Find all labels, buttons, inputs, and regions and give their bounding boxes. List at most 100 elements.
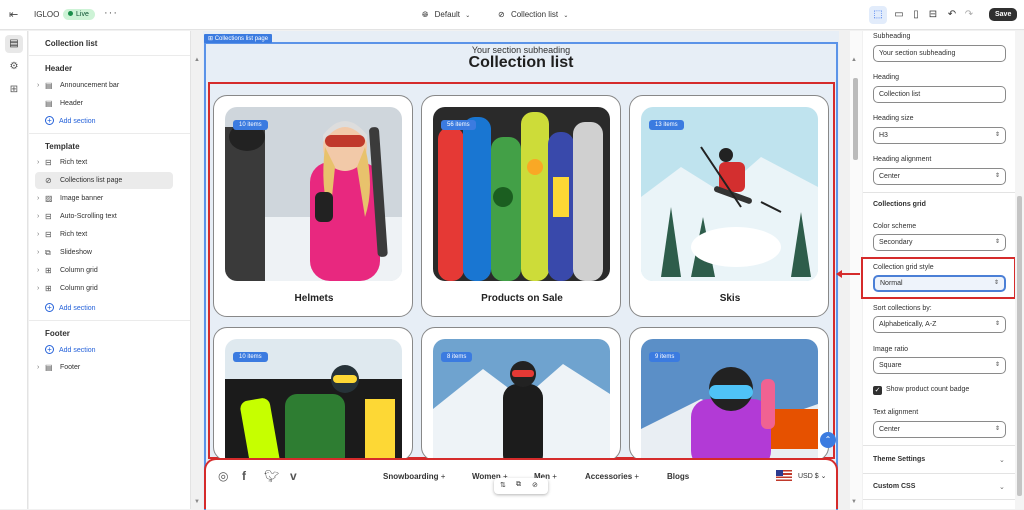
divider: [29, 320, 190, 321]
theme-settings-icon[interactable]: ⚙: [5, 58, 23, 76]
chevron-right-icon[interactable]: ›: [37, 280, 39, 297]
live-dot-icon: [68, 11, 73, 16]
scroll-up-icon[interactable]: ▲: [192, 57, 202, 63]
chevron-down-icon: ⌄: [465, 13, 471, 19]
color-scheme-label: Color scheme: [873, 223, 917, 230]
sidebar-item-footer[interactable]: › ▤ Footer: [35, 359, 173, 376]
chevron-right-icon[interactable]: ›: [37, 226, 39, 243]
icon-rail: ▤ ⚙ ⊞: [0, 31, 28, 509]
scroll-to-top-button[interactable]: ⌃: [820, 432, 836, 448]
chevron-right-icon[interactable]: ›: [37, 77, 39, 94]
select-arrows-icon: ⇕: [994, 239, 1000, 245]
sort-collections-label: Sort collections by:: [873, 305, 932, 312]
vimeo-icon[interactable]: v: [290, 469, 297, 483]
subheading-field[interactable]: Your section subheading: [873, 45, 1006, 62]
save-button[interactable]: Save: [989, 8, 1018, 21]
collection-card-5[interactable]: 8 items: [421, 327, 621, 461]
sidebar-item-collections-list-page[interactable]: ⊘ Collections list page: [35, 172, 173, 189]
mobile-view-icon[interactable]: ▯: [907, 6, 925, 24]
show-count-badge-checkbox[interactable]: ✓: [873, 386, 882, 395]
sort-collections-select[interactable]: Alphabetically, A-Z ⇕: [873, 316, 1006, 333]
section-floating-toolbar: ⇅ ⧉ ⊘: [494, 478, 548, 494]
facebook-icon[interactable]: f: [242, 469, 246, 483]
collection-title: Helmets: [294, 293, 334, 304]
page-selector[interactable]: ⊘ Collection list ⌄: [498, 10, 568, 19]
scrollbar-thumb[interactable]: [1017, 196, 1022, 496]
sections-icon[interactable]: ▤: [5, 35, 23, 53]
text-alignment-select[interactable]: Center ⇕: [873, 421, 1006, 438]
section-tag: ⊞ Collections list page: [204, 34, 273, 43]
collection-title: Products on Sale: [481, 293, 563, 304]
more-actions-icon[interactable]: ···: [104, 7, 118, 19]
collection-card-6[interactable]: 9 items: [629, 327, 829, 461]
collection-image: 9 items: [641, 339, 818, 460]
fullscreen-view-icon[interactable]: ⊟: [924, 6, 942, 24]
grid-icon: ⊞: [45, 266, 52, 275]
sidebar-item-rich-text[interactable]: › ⊟ Rich text: [35, 154, 173, 171]
collection-title: Skis: [719, 293, 741, 304]
instagram-icon[interactable]: ◎: [218, 469, 228, 483]
heading-alignment-select[interactable]: Center ⇕: [873, 168, 1006, 185]
collection-image: 10 items: [225, 339, 402, 460]
sidebar-item-label: Auto-Scrolling text: [60, 213, 117, 220]
chevron-right-icon[interactable]: ›: [37, 208, 39, 225]
select-arrows-icon: ⇕: [994, 173, 1000, 179]
twitter-icon[interactable]: 🐦︎: [264, 469, 279, 483]
scroll-down-icon[interactable]: ▼: [851, 499, 857, 505]
app-embeds-icon[interactable]: ⊞: [5, 81, 23, 99]
scrollbar-thumb[interactable]: [853, 78, 858, 160]
heading-field[interactable]: Collection list: [873, 86, 1006, 103]
inspect-select-icon[interactable]: ⬚: [869, 6, 887, 24]
sidebar-item-announcement-bar[interactable]: › ▤ Announcement bar: [35, 77, 173, 94]
store-preview: ⊞ Collections list page Your section sub…: [203, 31, 839, 510]
chevron-right-icon[interactable]: ›: [37, 359, 39, 376]
store-name: IGLOO: [34, 10, 60, 19]
sidebar-item-label: Column grid: [60, 267, 98, 274]
desktop-view-icon[interactable]: ▭: [890, 6, 908, 24]
hide-icon[interactable]: ⊘: [532, 481, 538, 489]
section-sidebar: Collection list Header › ▤ Announcement …: [29, 31, 191, 509]
sidebar-item-label: Footer: [60, 364, 81, 371]
add-section-header-button[interactable]: + Add section: [45, 116, 96, 125]
exit-icon[interactable]: ⇤: [9, 8, 18, 21]
image-icon: ▨: [45, 194, 53, 203]
color-scheme-select[interactable]: Secondary ⇕: [873, 234, 1006, 251]
add-section-footer-button[interactable]: + Add section: [45, 345, 96, 354]
nav-snowboarding[interactable]: Snowboarding +: [383, 472, 445, 481]
sidebar-item-column-grid-2[interactable]: › ⊞ Column grid: [35, 280, 173, 297]
text-block-icon: ⊟: [45, 230, 52, 239]
duplicate-icon[interactable]: ⧉: [516, 481, 521, 489]
sidebar-item-slideshow[interactable]: › ⧉ Slideshow: [35, 244, 173, 261]
settings-scrollbar[interactable]: [1015, 31, 1024, 509]
slideshow-icon: ⧉: [45, 248, 51, 257]
chevron-right-icon[interactable]: ›: [37, 262, 39, 279]
top-bar: ⇤ IGLOO Live ··· 🌐︎ Default ⌄ ⊘ Collecti…: [0, 0, 1024, 30]
scroll-down-icon[interactable]: ▼: [192, 499, 202, 505]
nav-accessories[interactable]: Accessories +: [585, 472, 639, 481]
undo-icon[interactable]: ↶: [943, 6, 961, 24]
redo-icon[interactable]: ↷: [960, 6, 978, 24]
template-group-label: Template: [45, 142, 80, 151]
scroll-up-icon[interactable]: ▲: [851, 57, 857, 63]
sidebar-item-rich-text-2[interactable]: › ⊟ Rich text: [35, 226, 173, 243]
sidebar-item-header[interactable]: ▤ Header: [35, 95, 173, 112]
sidebar-item-auto-scrolling-text[interactable]: › ⊟ Auto-Scrolling text: [35, 208, 173, 225]
sidebar-item-image-banner[interactable]: › ▨ Image banner: [35, 190, 173, 207]
collection-card-4[interactable]: 10 items: [213, 327, 413, 461]
theme-selector[interactable]: 🌐︎ Default ⌄: [422, 10, 470, 20]
chevron-right-icon[interactable]: ›: [37, 244, 39, 261]
chevron-right-icon[interactable]: ›: [37, 190, 39, 207]
collection-card-helmets[interactable]: 10 items Helmets: [213, 95, 413, 317]
image-ratio-select[interactable]: Square ⇕: [873, 357, 1006, 374]
snowboards-photo: [433, 107, 610, 281]
move-icon[interactable]: ⇅: [500, 481, 506, 489]
heading-size-select[interactable]: H3 ⇕: [873, 127, 1006, 144]
currency-selector[interactable]: USD $ ⌄: [798, 472, 826, 480]
sidebar-item-column-grid[interactable]: › ⊞ Column grid: [35, 262, 173, 279]
chevron-right-icon[interactable]: ›: [37, 154, 39, 171]
collection-card-products-on-sale[interactable]: 56 items Products on Sale: [421, 95, 621, 317]
add-section-template-button[interactable]: + Add section: [45, 303, 96, 312]
divider: [863, 473, 1015, 474]
nav-blogs[interactable]: Blogs: [667, 472, 689, 481]
collection-card-skis[interactable]: 13 items Skis: [629, 95, 829, 317]
